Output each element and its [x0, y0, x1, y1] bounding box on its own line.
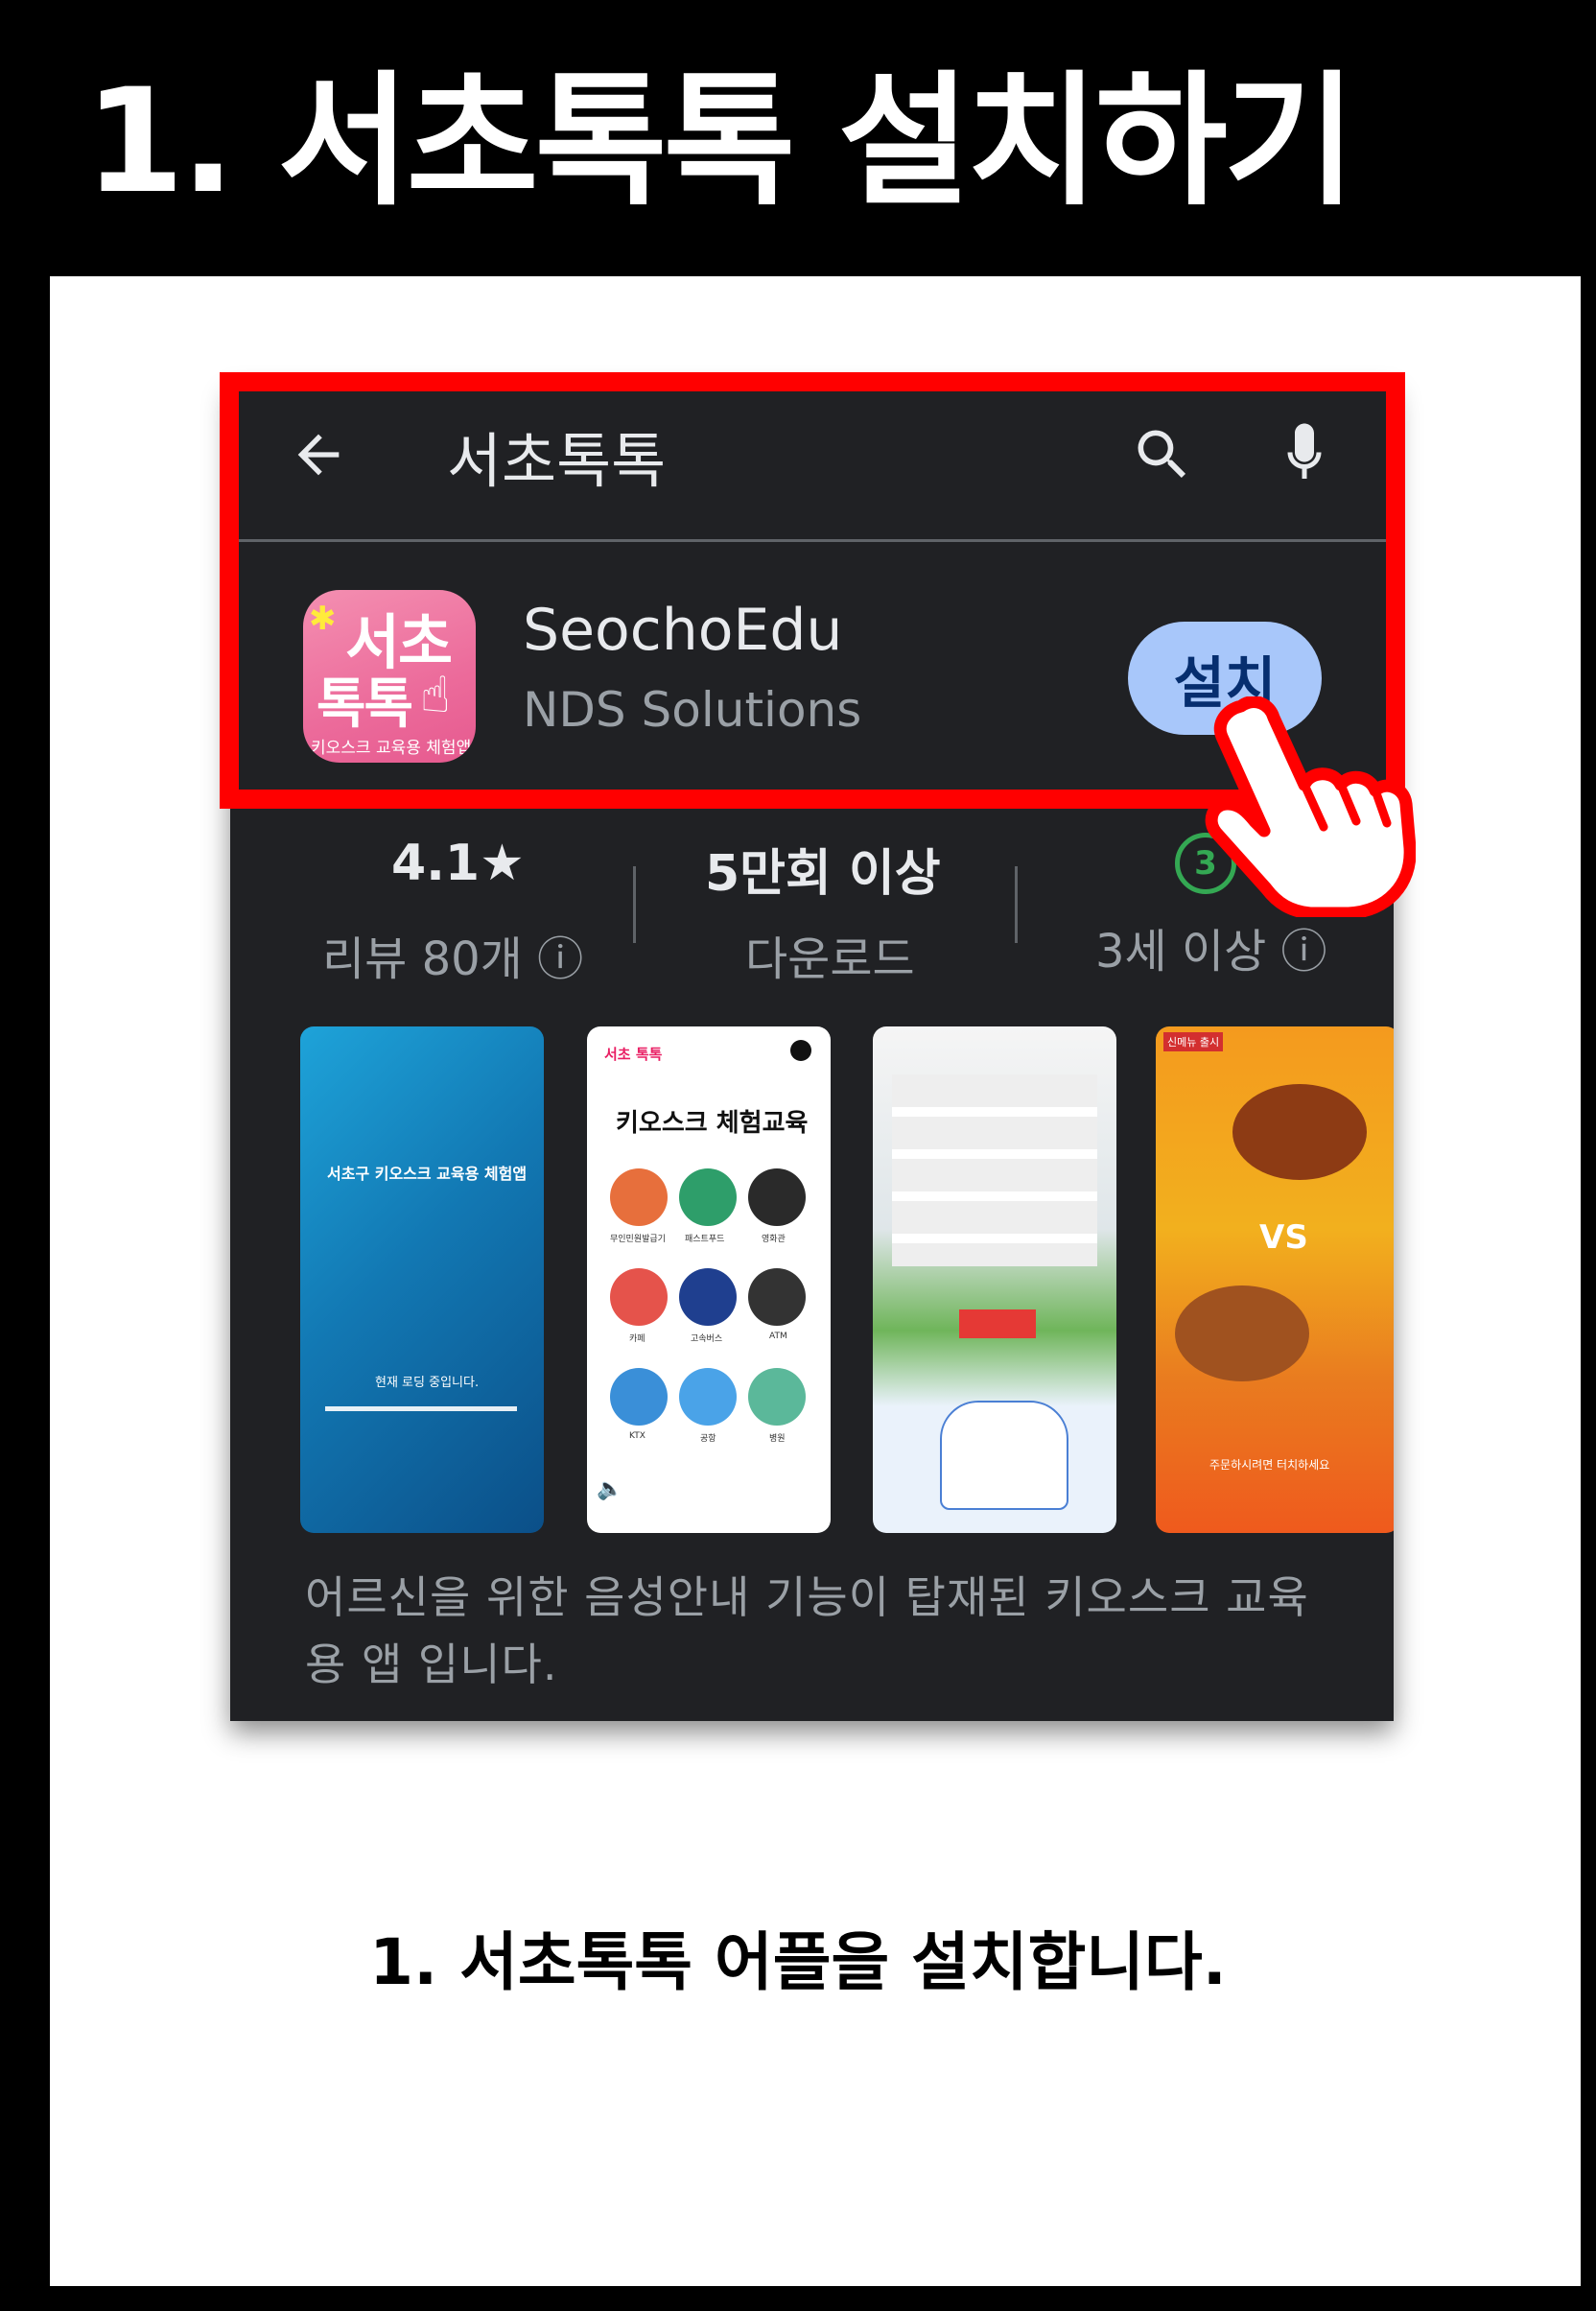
kiosk-icon: [610, 1168, 668, 1226]
screenshot-4-footer: 주문하시려면 터치하세요: [1209, 1458, 1330, 1472]
cinema-icon: [748, 1168, 806, 1226]
download-value: 5만회 이상: [705, 845, 941, 903]
screenshot-2-title: 키오스크 체험교육: [616, 1109, 809, 1138]
burger-image: [1232, 1084, 1367, 1180]
ktx-icon: [610, 1368, 668, 1426]
hospital-icon: [748, 1368, 806, 1426]
fastfood-icon: [679, 1168, 737, 1226]
stat-separator: [1015, 866, 1018, 943]
app-screenshot-3[interactable]: [873, 1026, 1116, 1533]
item-label: 고속버스: [691, 1334, 723, 1344]
item-label: 영화관: [762, 1235, 786, 1244]
instruction-caption: 1. 서초톡톡 어플을 설치합니다.: [369, 1925, 1227, 1999]
stat-separator: [633, 866, 636, 943]
menu-grid: [892, 1074, 1097, 1266]
screenshot-1-loading: 현재 로딩 중입니다.: [375, 1376, 480, 1390]
cafe-icon: [610, 1268, 668, 1326]
screenshot-2-logo: 서초 톡톡: [604, 1046, 663, 1063]
burger-image: [1175, 1285, 1309, 1381]
loading-bar: [325, 1406, 517, 1411]
atm-icon: [748, 1268, 806, 1326]
item-label: 카페: [629, 1334, 645, 1344]
review-count[interactable]: 리뷰 80개 ⓘ: [322, 921, 583, 988]
page-title: 1. 서초톡톡 설치하기: [84, 59, 1356, 225]
age-rating-label[interactable]: 3세 이상 ⓘ: [1095, 913, 1327, 980]
item-label: ATM: [769, 1332, 787, 1341]
item-label: KTX: [629, 1431, 645, 1441]
hand-pointer-icon: [1205, 696, 1416, 917]
people-illustration: [940, 1401, 1068, 1510]
kiosk-sign: [959, 1309, 1036, 1338]
item-label: 패스트푸드: [685, 1235, 725, 1244]
power-icon: [790, 1040, 811, 1061]
item-label: 병원: [769, 1434, 786, 1444]
app-screenshot-4[interactable]: 신메뉴 출시 VS 주문하시려면 터치하세요: [1156, 1026, 1394, 1533]
bus-icon: [679, 1268, 737, 1326]
app-screenshot-2[interactable]: 서초 톡톡 키오스크 체험교육 무인민원발급기 패스트푸드 영화관 카페 고속버…: [587, 1026, 831, 1533]
screenshot-4-badge: 신메뉴 출시: [1163, 1032, 1224, 1051]
screenshot-4-vs: VS: [1259, 1218, 1308, 1257]
item-label: 무인민원발급기: [610, 1235, 666, 1244]
app-screenshot-1[interactable]: 서초구 키오스크 교육용 체험앱 현재 로딩 중입니다.: [300, 1026, 544, 1533]
screenshot-1-title: 서초구 키오스크 교육용 체험앱: [327, 1165, 528, 1183]
speaker-icon: 🔈: [597, 1477, 623, 1501]
item-label: 공항: [700, 1434, 716, 1444]
rating-value: 4.1★: [391, 835, 525, 892]
app-description: 어르신을 위한 음성안내 기능이 탑재된 키오스크 교육용 앱 입니다.: [305, 1571, 1309, 1690]
airplane-icon: [679, 1368, 737, 1426]
download-label: 다운로드: [745, 932, 915, 986]
